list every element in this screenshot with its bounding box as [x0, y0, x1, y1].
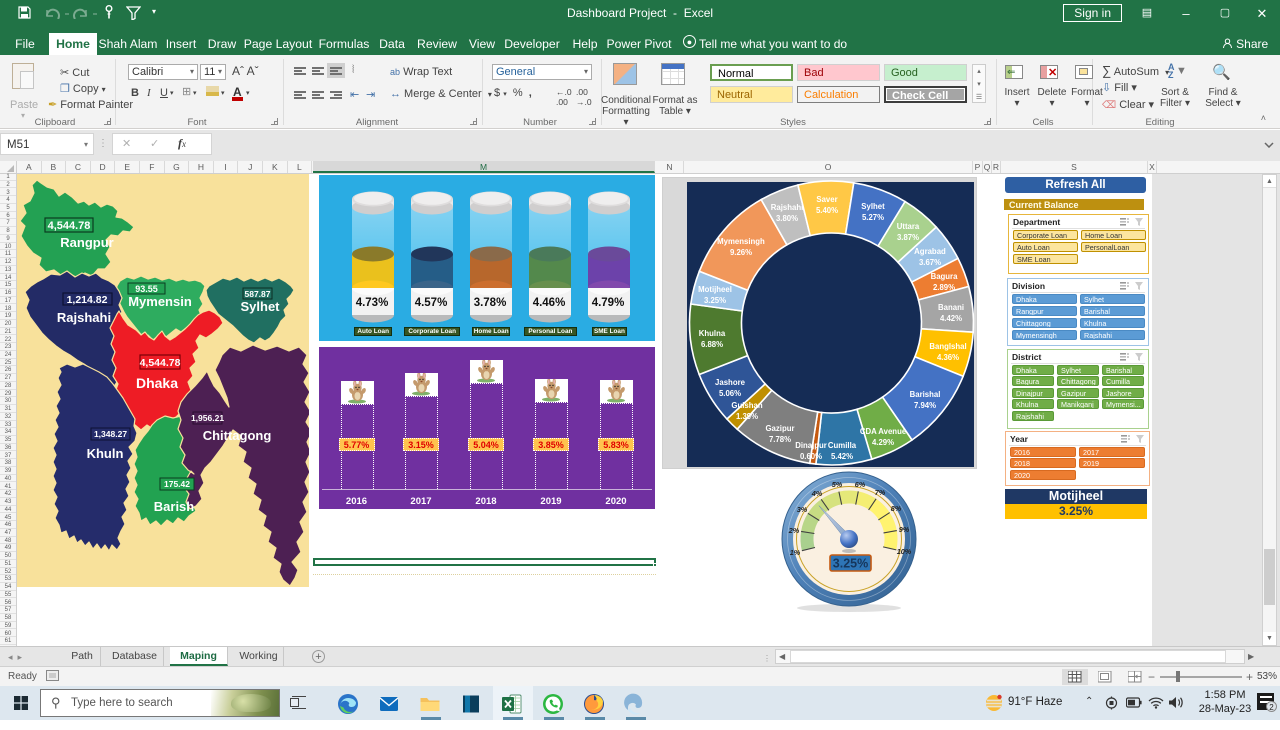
- svg-text:3%: 3%: [797, 505, 808, 514]
- svg-text:6%: 6%: [855, 480, 866, 489]
- svg-text:4.29%: 4.29%: [872, 438, 894, 447]
- svg-text:Sylhet: Sylhet: [240, 299, 280, 314]
- svg-text:Dhaka: Dhaka: [136, 375, 178, 391]
- svg-text:9.26%: 9.26%: [730, 248, 752, 257]
- svg-text:Agrabad: Agrabad: [914, 247, 946, 256]
- svg-text:7.78%: 7.78%: [769, 435, 791, 444]
- svg-text:93.55: 93.55: [135, 284, 158, 294]
- svg-text:4.73%: 4.73%: [356, 297, 389, 309]
- svg-text:Khuln: Khuln: [87, 446, 124, 461]
- svg-text:7%: 7%: [875, 488, 886, 497]
- svg-text:3.25%: 3.25%: [833, 557, 868, 571]
- svg-text:Rangpur: Rangpur: [60, 235, 113, 250]
- svg-text:Mymensingh: Mymensingh: [717, 237, 765, 246]
- svg-text:Gazipur: Gazipur: [765, 424, 794, 433]
- svg-text:Rajshahi: Rajshahi: [57, 310, 111, 325]
- svg-text:9%: 9%: [899, 525, 910, 534]
- svg-text:6.88%: 6.88%: [701, 340, 723, 349]
- svg-text:3.87%: 3.87%: [897, 233, 919, 242]
- svg-text:4.36%: 4.36%: [937, 353, 959, 362]
- svg-text:1,214.82: 1,214.82: [67, 294, 108, 306]
- svg-text:10%: 10%: [897, 547, 912, 556]
- svg-text:1.39%: 1.39%: [736, 412, 758, 421]
- svg-text:Rajshahi: Rajshahi: [771, 203, 804, 212]
- svg-text:4.79%: 4.79%: [592, 297, 625, 309]
- svg-text:Motijheel: Motijheel: [698, 285, 732, 294]
- svg-text:1%: 1%: [790, 548, 801, 557]
- svg-text:2.89%: 2.89%: [933, 283, 955, 292]
- svg-text:587.87: 587.87: [245, 289, 271, 299]
- svg-text:2%: 2%: [788, 526, 800, 535]
- svg-text:175.42: 175.42: [164, 479, 190, 489]
- svg-text:Khulna: Khulna: [699, 329, 726, 338]
- svg-text:Dinajpur: Dinajpur: [795, 441, 827, 450]
- svg-text:4,544.78: 4,544.78: [140, 357, 181, 369]
- svg-text:Barish: Barish: [154, 499, 195, 514]
- svg-text:Chittagong: Chittagong: [203, 428, 272, 443]
- svg-text:1,348.27: 1,348.27: [94, 429, 127, 439]
- svg-text:5.27%: 5.27%: [862, 213, 884, 222]
- svg-text:Banani: Banani: [938, 303, 964, 312]
- svg-text:5.40%: 5.40%: [816, 206, 838, 215]
- svg-text:5%: 5%: [832, 480, 843, 489]
- svg-text:4%: 4%: [811, 489, 823, 498]
- svg-text:Cumilla: Cumilla: [828, 441, 857, 450]
- svg-text:Gulshan: Gulshan: [731, 401, 762, 410]
- svg-text:1,956.21: 1,956.21: [191, 413, 224, 423]
- svg-text:Sylhet: Sylhet: [861, 202, 885, 211]
- svg-text:3.67%: 3.67%: [919, 258, 941, 267]
- svg-text:Jashore: Jashore: [715, 378, 746, 387]
- svg-text:Barishal: Barishal: [910, 390, 941, 399]
- svg-text:5.06%: 5.06%: [719, 389, 741, 398]
- svg-text:3.78%: 3.78%: [474, 297, 507, 309]
- svg-text:CDA Avenue: CDA Avenue: [860, 427, 907, 436]
- svg-text:Banglshal: Banglshal: [929, 342, 966, 351]
- svg-text:Saver: Saver: [816, 195, 837, 204]
- svg-text:4.57%: 4.57%: [415, 297, 448, 309]
- svg-text:4.42%: 4.42%: [940, 314, 962, 323]
- svg-text:8%: 8%: [891, 504, 902, 513]
- svg-text:7.94%: 7.94%: [914, 401, 936, 410]
- svg-text:Bagura: Bagura: [931, 272, 959, 281]
- svg-text:4,544.78: 4,544.78: [48, 220, 91, 232]
- svg-text:3.80%: 3.80%: [776, 214, 798, 223]
- svg-text:3.25%: 3.25%: [704, 296, 726, 305]
- svg-text:4.46%: 4.46%: [533, 297, 566, 309]
- svg-text:Uttara: Uttara: [897, 222, 920, 231]
- svg-text:Mymensin: Mymensin: [128, 294, 192, 309]
